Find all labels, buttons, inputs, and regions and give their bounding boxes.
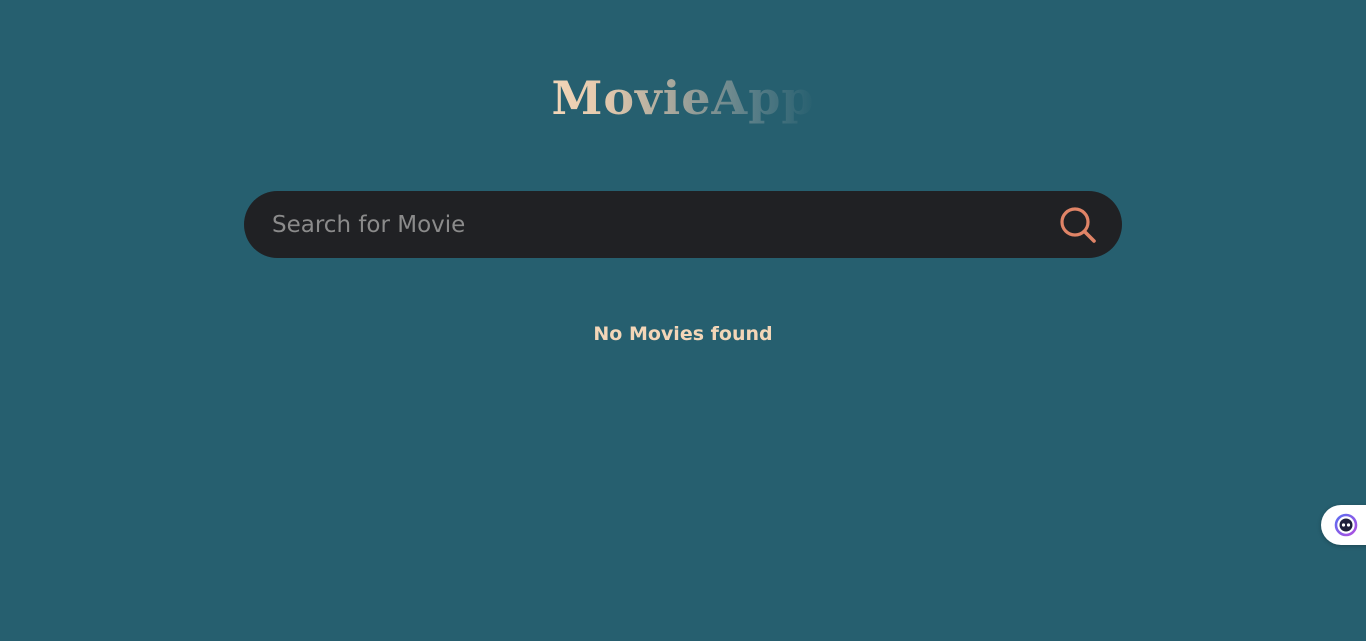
search-bar <box>244 191 1122 258</box>
search-input[interactable] <box>272 191 1032 258</box>
assistant-face-icon <box>1334 513 1358 537</box>
app-title: MovieApp <box>0 68 1366 128</box>
assistant-widget-button[interactable] <box>1321 505 1366 545</box>
app-title-text: MovieApp <box>551 71 815 125</box>
page: MovieApp No Movies found <box>0 0 1366 641</box>
no-results-message: No Movies found <box>593 323 773 345</box>
search-icon[interactable] <box>1058 205 1098 245</box>
